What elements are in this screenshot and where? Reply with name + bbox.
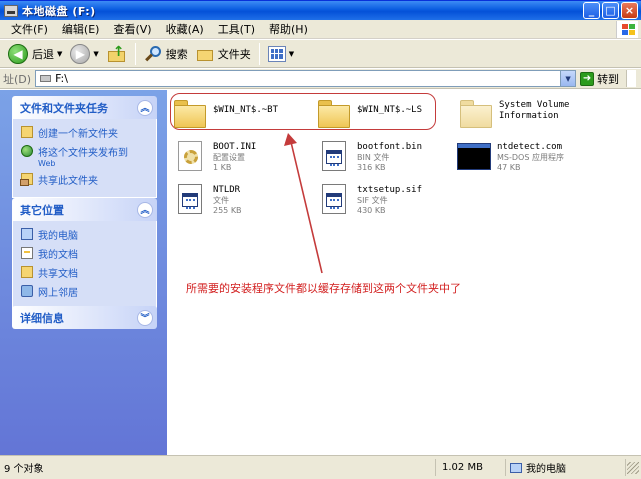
folders-icon bbox=[196, 46, 214, 62]
toolbar: ◀ 后退 ▼ ▶ ▼ ↑ 搜索 文件夹 ▼ bbox=[0, 40, 641, 68]
forward-arrow-icon: ▶ bbox=[70, 43, 91, 64]
views-icon bbox=[267, 45, 286, 62]
up-button[interactable]: ↑ bbox=[103, 42, 131, 66]
task-pane: 文件和文件夹任务 ︽ 创建一个新文件夹 将这个文件夹发布到 Web 共享此文件夹 bbox=[0, 90, 167, 455]
status-location-label: 我的电脑 bbox=[526, 464, 566, 475]
chevron-down-icon[interactable]: ▼ bbox=[57, 50, 62, 58]
title-bar[interactable]: 本地磁盘 (F:) _ □ × bbox=[0, 0, 641, 20]
back-button[interactable]: ◀ 后退 ▼ bbox=[4, 42, 66, 66]
address-input[interactable]: F:\ ▼ bbox=[35, 70, 577, 87]
task-label: 共享此文件夹 bbox=[38, 176, 98, 187]
expand-icon[interactable]: ︾ bbox=[137, 309, 153, 326]
drive-icon bbox=[40, 75, 52, 82]
other-places-header[interactable]: 其它位置 ︽ bbox=[12, 198, 157, 221]
details-header[interactable]: 详细信息 ︾ bbox=[12, 306, 157, 329]
collapse-icon[interactable]: ︽ bbox=[137, 201, 153, 218]
minimize-button[interactable]: _ bbox=[583, 2, 600, 19]
address-bar: 址(D) F:\ ▼ ➜ 转到 bbox=[0, 69, 641, 89]
window-controls: _ □ × bbox=[583, 2, 638, 19]
menu-edit[interactable]: 编辑(E) bbox=[55, 21, 107, 37]
toolbar-edge bbox=[626, 70, 637, 87]
chevron-down-icon[interactable]: ▼ bbox=[560, 71, 576, 86]
status-objects: 9 个对象 bbox=[0, 459, 436, 476]
annotation-text: 所需要的安装程序文件都以缓存存储到这两个文件夹中了 bbox=[186, 282, 461, 295]
task-label-sub: Web bbox=[38, 159, 56, 168]
share-icon bbox=[20, 173, 33, 186]
search-label: 搜索 bbox=[165, 47, 188, 61]
place-label: 我的文档 bbox=[38, 250, 78, 261]
resize-grip[interactable] bbox=[627, 461, 639, 474]
menu-help[interactable]: 帮助(H) bbox=[262, 21, 315, 37]
windows-logo-icon bbox=[616, 21, 638, 38]
task-label-main: 将这个文件夹发布到 bbox=[38, 148, 128, 159]
file-tasks-title: 文件和文件夹任务 bbox=[20, 101, 108, 115]
toolbar-separator bbox=[134, 42, 136, 65]
place-shared-documents[interactable]: 共享文档 bbox=[21, 265, 150, 280]
place-my-documents[interactable]: 我的文档 bbox=[21, 246, 150, 261]
globe-icon bbox=[21, 145, 33, 157]
chevron-down-icon[interactable]: ▼ bbox=[93, 50, 98, 58]
address-label: 址(D) bbox=[3, 72, 32, 86]
menu-file[interactable]: 文件(F) bbox=[4, 21, 55, 37]
menu-bar: 文件(F) 编辑(E) 查看(V) 收藏(A) 工具(T) 帮助(H) bbox=[0, 20, 641, 39]
menu-tools[interactable]: 工具(T) bbox=[211, 21, 262, 37]
my-computer-icon bbox=[21, 228, 33, 240]
back-label: 后退 bbox=[32, 47, 54, 61]
address-value: F:\ bbox=[55, 72, 68, 85]
file-tasks-panel: 文件和文件夹任务 ︽ 创建一个新文件夹 将这个文件夹发布到 Web 共享此文件夹 bbox=[12, 96, 157, 198]
file-tasks-body: 创建一个新文件夹 将这个文件夹发布到 Web 共享此文件夹 bbox=[12, 119, 157, 198]
views-button[interactable]: ▼ bbox=[264, 42, 298, 66]
search-icon bbox=[144, 45, 162, 63]
toolbar-separator bbox=[258, 42, 260, 65]
details-panel: 详细信息 ︾ bbox=[12, 306, 157, 329]
menu-view[interactable]: 查看(V) bbox=[106, 21, 158, 37]
go-label: 转到 bbox=[597, 72, 620, 86]
forward-button[interactable]: ▶ ▼ bbox=[66, 42, 102, 66]
status-bar: 9 个对象 1.02 MB 我的电脑 bbox=[0, 455, 641, 479]
status-location: 我的电脑 bbox=[506, 459, 626, 476]
details-title: 详细信息 bbox=[20, 311, 64, 325]
shared-documents-icon bbox=[21, 266, 33, 278]
annotation-arrow bbox=[284, 133, 323, 274]
other-places-body: 我的电脑 我的文档 共享文档 网上邻居 bbox=[12, 221, 157, 310]
other-places-panel: 其它位置 ︽ 我的电脑 我的文档 共享文档 网上邻居 bbox=[12, 198, 157, 310]
collapse-icon[interactable]: ︽ bbox=[137, 99, 153, 116]
other-places-title: 其它位置 bbox=[20, 203, 64, 217]
chevron-down-icon[interactable]: ▼ bbox=[289, 50, 294, 58]
menu-favorites[interactable]: 收藏(A) bbox=[159, 21, 211, 37]
search-button[interactable]: 搜索 bbox=[140, 42, 192, 66]
task-label: 将这个文件夹发布到 Web bbox=[38, 144, 128, 168]
file-list: $WIN_NT$.~BT $WIN_NT$.~LS System Volume … bbox=[167, 90, 641, 455]
go-button[interactable]: ➜ 转到 bbox=[580, 71, 619, 87]
close-button[interactable]: × bbox=[621, 2, 638, 19]
my-documents-icon bbox=[21, 247, 33, 259]
arrow-head bbox=[284, 133, 297, 146]
task-label: 创建一个新文件夹 bbox=[38, 129, 118, 140]
folder-up-icon: ↑ bbox=[107, 44, 127, 64]
place-label: 共享文档 bbox=[38, 269, 78, 280]
go-arrow-icon: ➜ bbox=[580, 71, 595, 86]
place-my-computer[interactable]: 我的电脑 bbox=[21, 227, 150, 242]
task-new-folder[interactable]: 创建一个新文件夹 bbox=[21, 125, 150, 140]
place-label: 网上邻居 bbox=[38, 288, 78, 299]
task-publish-web[interactable]: 将这个文件夹发布到 Web bbox=[21, 144, 150, 168]
folders-button[interactable]: 文件夹 bbox=[192, 42, 255, 66]
place-label: 我的电脑 bbox=[38, 231, 78, 242]
network-icon bbox=[21, 285, 33, 297]
drive-icon bbox=[4, 4, 18, 17]
window-title: 本地磁盘 (F:) bbox=[22, 4, 96, 18]
arrow-shaft bbox=[290, 141, 323, 274]
status-size: 1.02 MB bbox=[436, 459, 506, 476]
maximize-button[interactable]: □ bbox=[602, 2, 619, 19]
file-tasks-header[interactable]: 文件和文件夹任务 ︽ bbox=[12, 96, 157, 119]
new-folder-icon bbox=[21, 126, 33, 138]
folders-label: 文件夹 bbox=[217, 47, 251, 61]
my-computer-icon bbox=[510, 462, 522, 473]
place-network[interactable]: 网上邻居 bbox=[21, 284, 150, 299]
back-arrow-icon: ◀ bbox=[8, 43, 28, 64]
task-share-folder[interactable]: 共享此文件夹 bbox=[20, 172, 150, 187]
